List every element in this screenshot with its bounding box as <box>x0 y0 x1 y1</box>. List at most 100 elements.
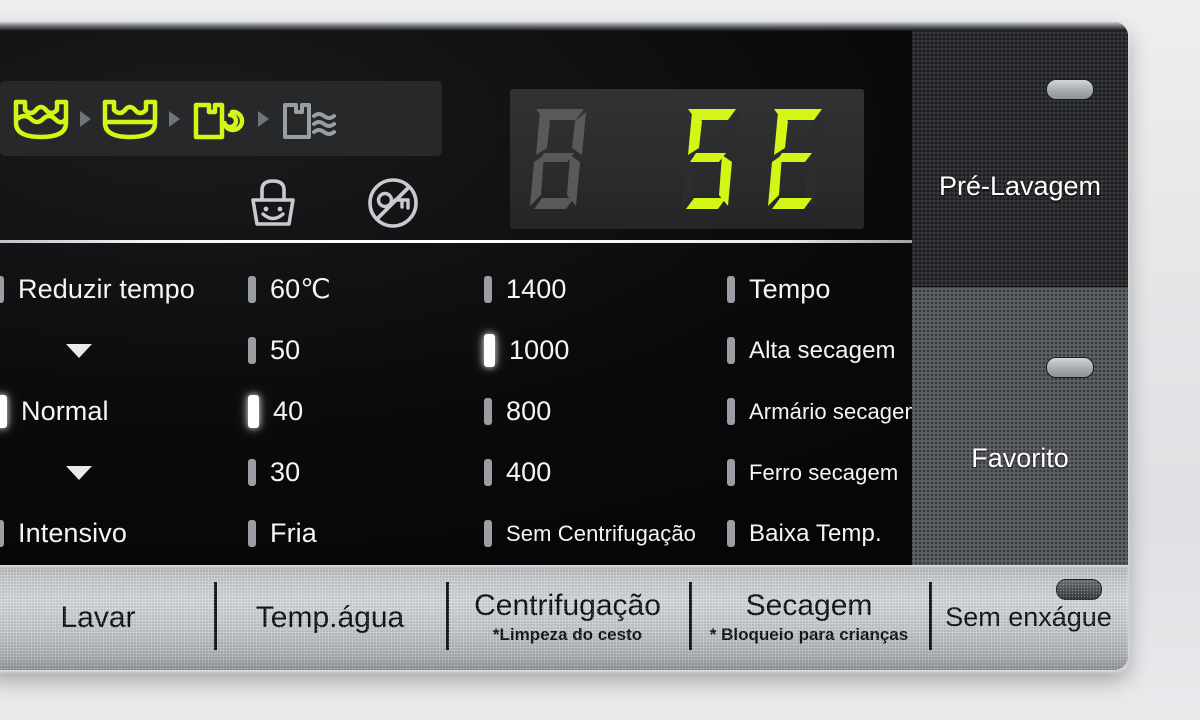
option-indicator-on <box>484 334 495 367</box>
display-area: Reduzir tempo Normal Intensivo 60℃ 50 40 30 Fri… <box>0 31 923 565</box>
display-divider <box>0 240 912 243</box>
option-label: Tempo <box>749 274 831 304</box>
led-segment-g <box>538 153 574 162</box>
option-indicator-off <box>727 337 735 364</box>
option-indicator-off <box>727 459 735 486</box>
favorito-led <box>1046 357 1094 378</box>
option-label: 800 <box>506 396 552 426</box>
option-row[interactable]: 800 <box>470 381 713 442</box>
option-row[interactable]: 400 <box>470 442 713 503</box>
panel-top-bevel <box>0 22 1128 31</box>
bottom-button-temp-agua[interactable]: Temp.água <box>214 565 446 670</box>
option-indicator-off <box>484 459 492 486</box>
bottom-button-sem-enxague[interactable]: Sem enxágue <box>929 565 1128 670</box>
option-row[interactable]: Reduzir tempo <box>0 259 234 320</box>
side-button-group: Pré-Lavagem Favorito <box>912 31 1128 565</box>
option-label: Ferro secagem <box>749 459 899 485</box>
bottom-button-label: Centrifugação <box>474 589 661 623</box>
bottom-button-lavar[interactable]: Lavar <box>0 565 214 670</box>
led-segment-d <box>772 198 812 209</box>
option-label: Reduzir tempo <box>18 274 195 304</box>
flow-down-arrow <box>0 442 234 503</box>
option-indicator-off <box>484 398 492 425</box>
no-rinse-hold-icon <box>368 178 418 228</box>
option-row[interactable]: 50 <box>234 320 470 381</box>
option-label: 50 <box>270 335 301 365</box>
favorito-label: Favorito <box>971 443 1069 473</box>
option-indicator-off <box>0 520 4 547</box>
option-indicator-off <box>727 276 735 303</box>
option-label: Fria <box>270 518 317 548</box>
option-label: 40 <box>273 396 304 426</box>
pre-lavagem-button[interactable]: Pré-Lavagem <box>912 31 1128 286</box>
option-indicator-off <box>248 337 256 364</box>
option-indicator-on <box>248 395 259 428</box>
favorito-button[interactable]: Favorito <box>912 286 1128 565</box>
option-indicator-on <box>0 395 7 428</box>
pre-lavagem-led <box>1046 79 1094 100</box>
option-indicator-off <box>248 276 256 303</box>
option-column-drying: Tempo Alta secagem Armário secagem Ferro se… <box>713 259 923 564</box>
bottom-button-sublabel: * Bloqueio para crianças <box>709 624 909 644</box>
option-row[interactable]: Ferro secagem <box>713 442 912 503</box>
chevron-right-icon <box>169 110 180 127</box>
option-indicator-off <box>484 276 492 303</box>
option-row[interactable]: 1000 <box>470 320 713 381</box>
led-digit-0 <box>530 109 586 209</box>
status-icon-row <box>244 174 422 232</box>
option-indicator-off <box>0 276 4 303</box>
led-segment-d <box>534 198 574 209</box>
option-row[interactable]: Armário secagem <box>713 381 923 442</box>
chevron-right-icon <box>80 110 91 127</box>
option-row[interactable]: 30 <box>234 442 470 503</box>
option-label: Alta secagem <box>749 336 896 364</box>
led-digit-1 <box>682 109 738 209</box>
option-indicator-off <box>484 520 492 547</box>
option-row[interactable]: 1400 <box>470 259 713 320</box>
child-lock-icon <box>251 179 295 226</box>
spin-shirt-icon <box>193 102 245 139</box>
option-row[interactable]: Sem Centrifugação <box>470 503 713 564</box>
led-digit-2 <box>768 109 824 209</box>
sem-enxague-led <box>1056 579 1102 600</box>
bottom-button-centrifugacao[interactable]: Centrifugação *Limpeza do cesto <box>446 565 689 670</box>
option-label: Intensivo <box>18 518 127 548</box>
flow-down-arrow <box>0 320 234 381</box>
led-segment-g <box>690 153 726 162</box>
control-panel: Reduzir tempo Normal Intensivo 60℃ 50 40 30 Fri… <box>0 22 1128 670</box>
bottom-button-label: Secagem <box>745 589 873 623</box>
option-row[interactable]: 40 <box>234 381 470 442</box>
option-label: 400 <box>506 457 552 487</box>
cycle-progress-strip <box>0 81 442 156</box>
bottom-button-bar: Lavar Temp.água Centrifugação *Limpeza do c… <box>0 565 1128 670</box>
option-label: 1400 <box>506 274 567 304</box>
chevron-down-icon <box>66 343 92 358</box>
option-column-spin-speed: 1400 1000 800 400 Sem Centrifugação <box>470 259 713 564</box>
option-indicator-off <box>727 520 735 547</box>
chevron-right-icon <box>258 110 269 127</box>
bottom-button-label: Temp.água <box>255 600 405 634</box>
option-indicator-off <box>248 520 256 547</box>
option-label: 1000 <box>509 335 570 365</box>
option-row[interactable]: Normal <box>0 381 234 442</box>
rinse-basket-icon <box>102 99 158 139</box>
option-column-wash-level: Reduzir tempo Normal Intensivo <box>0 259 234 564</box>
option-columns: Reduzir tempo Normal Intensivo 60℃ 50 40 30 Fri… <box>0 259 923 564</box>
led-segment-d <box>686 198 726 209</box>
option-indicator-off <box>248 459 256 486</box>
led-segment-g <box>776 153 812 162</box>
option-label: 60℃ <box>270 274 331 304</box>
option-row[interactable]: Baixa Temp. <box>713 503 912 564</box>
option-column-water-temperature: 60℃ 50 40 30 Fria <box>234 259 470 564</box>
option-row[interactable]: Alta secagem <box>713 320 912 381</box>
option-row[interactable]: Tempo <box>713 259 912 320</box>
option-row[interactable]: Fria <box>234 503 470 564</box>
bottom-button-label: Sem enxágue <box>945 602 1112 633</box>
led-display <box>510 89 864 229</box>
option-row[interactable]: 60℃ <box>234 259 470 320</box>
option-label: Normal <box>21 396 109 426</box>
bottom-button-label: Lavar <box>60 600 136 634</box>
bottom-button-secagem[interactable]: Secagem * Bloqueio para crianças <box>689 565 929 670</box>
wash-basket-icon <box>13 99 69 139</box>
option-row[interactable]: Intensivo <box>0 503 234 564</box>
